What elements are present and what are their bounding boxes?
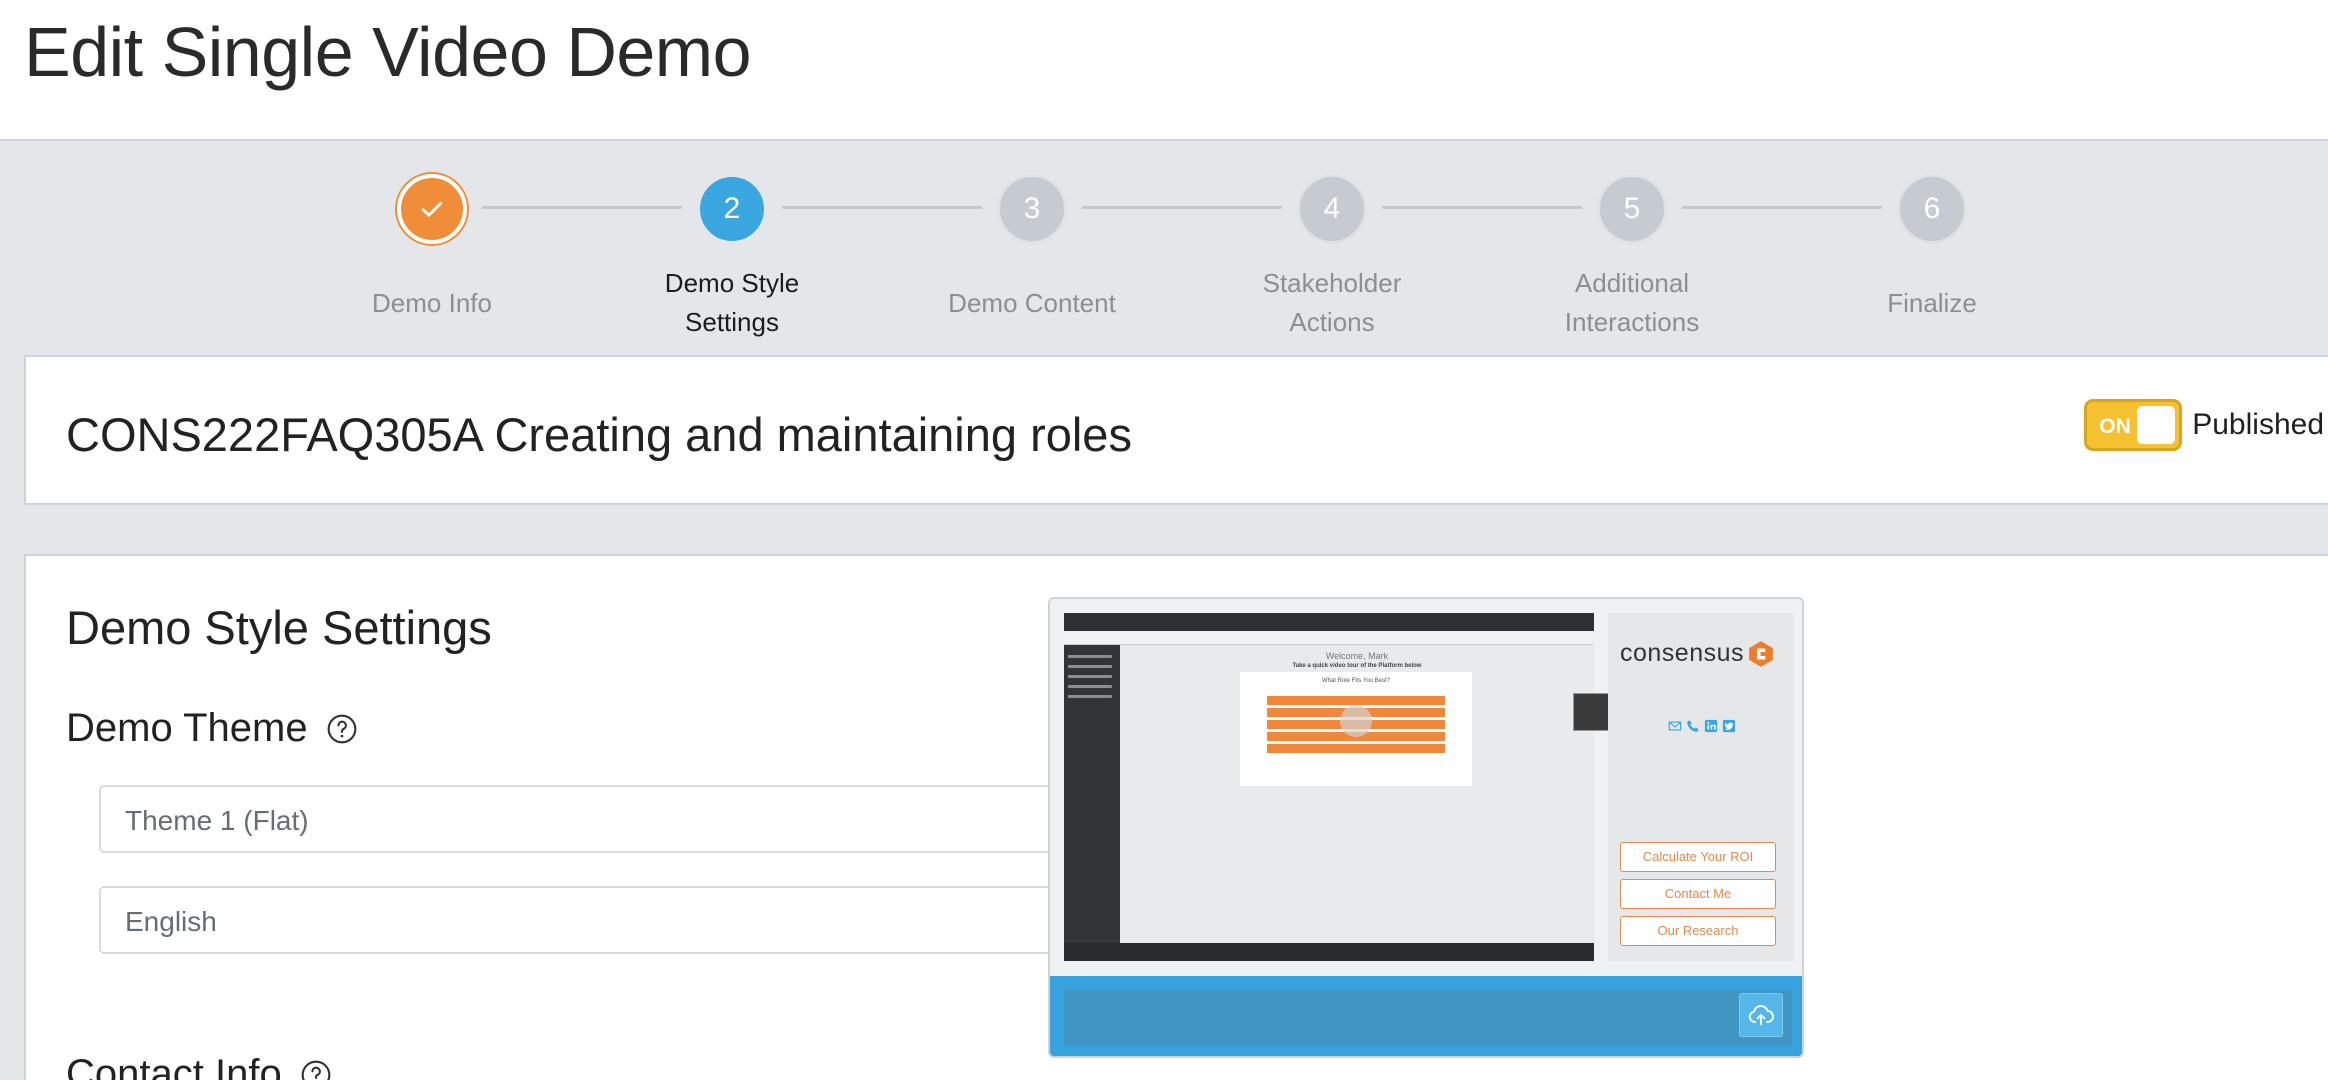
consensus-logo-icon [1749, 640, 1773, 667]
step-label: Demo Info [372, 287, 492, 318]
video-subtitle-text: Take a quick video tour of the Platform … [1292, 663, 1422, 669]
publish-toggle[interactable]: ON [2084, 399, 2183, 451]
step-label: Demo Content [948, 287, 1116, 318]
preview-side-panel: consensus Calculate Your ROI Contact Me … [1608, 613, 1794, 961]
video-sidebar-item [1068, 675, 1112, 678]
video-topbar [1064, 613, 1594, 631]
toggle-on-text: ON [2099, 415, 2131, 438]
linkedin-icon[interactable] [1704, 719, 1718, 733]
preview-video[interactable]: Welcome, Mark Take a quick video tour of… [1064, 613, 1639, 961]
calculate-roi-button[interactable]: Calculate Your ROI [1620, 842, 1776, 872]
step-circle[interactable]: 3 [997, 174, 1067, 244]
help-icon[interactable] [326, 713, 358, 745]
theme-select-value: Theme 1 (Flat) [125, 805, 309, 836]
brand: consensus [1620, 639, 1774, 668]
upload-inner-bar [1064, 990, 1792, 1046]
language-select-value: English [125, 906, 217, 937]
step-demo-style-settings[interactable]: 2 Demo Style Settings [602, 174, 862, 342]
preview-upload-bar [1050, 976, 1802, 1056]
step-label: Demo Style Settings [664, 268, 800, 337]
step-stakeholder-actions[interactable]: 4 Stakeholder Actions [1202, 174, 1462, 342]
our-research-button[interactable]: Our Research [1620, 916, 1776, 946]
step-label: Additional Interactions [1564, 268, 1700, 337]
step-demo-info[interactable]: Demo Info [302, 174, 562, 342]
demo-name: CONS222FAQ305A Creating and maintaining … [66, 408, 1132, 461]
step-circle-active[interactable]: 2 [697, 174, 767, 244]
step-circle[interactable]: 4 [1297, 174, 1367, 244]
video-content: Welcome, Mark Take a quick video tour of… [1120, 645, 1639, 943]
social-icons [1668, 719, 1736, 733]
video-role-bar [1267, 696, 1445, 705]
demo-theme-heading: Demo Theme [66, 706, 358, 751]
contact-info-heading: Contact Info [66, 1052, 332, 1080]
video-sidebar-item [1068, 655, 1112, 658]
video-sidebar-item [1068, 665, 1112, 668]
video-bottombar [1064, 943, 1594, 961]
video-question-text: What Role Fits You Best? [1321, 678, 1391, 684]
video-welcome-text: Welcome, Mark [1325, 651, 1389, 661]
page-title: Edit Single Video Demo [24, 13, 752, 91]
contact-info-label: Contact Info [66, 1052, 282, 1080]
video-browser-frame: Welcome, Mark Take a quick video tour of… [1064, 631, 1639, 943]
video-panel: What Role Fits You Best? [1240, 672, 1472, 786]
page-header: Edit Single Video Demo [0, 0, 2328, 141]
video-sidebar-item [1068, 685, 1112, 688]
step-demo-content[interactable]: 3 Demo Content [902, 174, 1162, 342]
phone-icon[interactable] [1686, 719, 1700, 733]
mail-icon[interactable] [1668, 719, 1682, 733]
toggle-knob[interactable] [2137, 406, 2176, 444]
step-additional-interactions[interactable]: 5 Additional Interactions [1502, 174, 1762, 342]
step-label: Stakeholder Actions [1262, 268, 1402, 337]
play-icon[interactable] [1340, 705, 1372, 737]
video-sidebar [1064, 645, 1120, 943]
video-role-bar [1267, 744, 1445, 753]
step-circle[interactable]: 6 [1897, 174, 1967, 244]
step-finalize[interactable]: 6 Finalize [1802, 174, 2062, 342]
upload-button[interactable] [1739, 993, 1783, 1037]
publish-toggle-group: ON Published [2084, 399, 2328, 451]
contact-me-button[interactable]: Contact Me [1620, 879, 1776, 909]
step-circle[interactable]: 5 [1597, 174, 1667, 244]
brand-name: consensus [1620, 639, 1745, 667]
demo-name-card: CONS222FAQ305A Creating and maintaining … [24, 355, 2328, 505]
cloud-upload-icon [1748, 1005, 1774, 1026]
style-settings-card: Demo Style Settings Demo Theme Theme 1 (… [24, 554, 2328, 1080]
browser-tabs [1064, 631, 1594, 645]
step-label: Finalize [1887, 287, 1977, 318]
demo-theme-label: Demo Theme [66, 706, 308, 750]
step-circle-done[interactable] [397, 174, 467, 244]
check-icon [421, 202, 443, 217]
help-icon[interactable] [300, 1059, 332, 1080]
publish-status-label: Published [2192, 408, 2324, 441]
twitter-icon[interactable] [1722, 719, 1736, 733]
demo-preview: Welcome, Mark Take a quick video tour of… [1048, 597, 1804, 1058]
style-settings-title: Demo Style Settings [66, 601, 492, 654]
video-sidebar-item [1068, 695, 1112, 698]
